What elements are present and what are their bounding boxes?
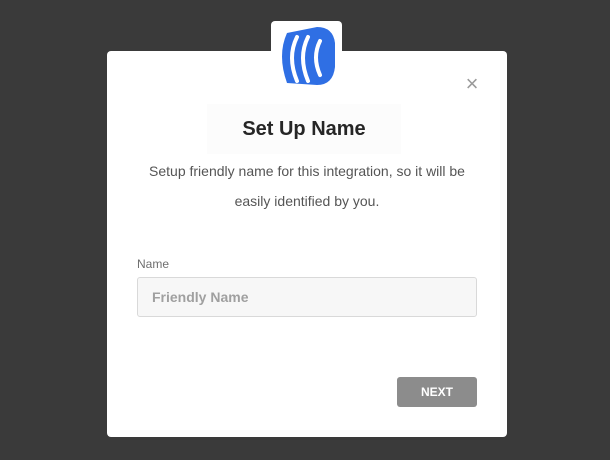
dialog-title: Set Up Name — [242, 118, 366, 140]
dialog-description: Setup friendly name for this integration… — [149, 163, 465, 209]
brand-wave-icon — [282, 27, 335, 85]
logo-tab — [271, 21, 342, 89]
friendly-name-input[interactable] — [137, 277, 477, 317]
title-container: Set Up Name — [207, 104, 401, 154]
setup-name-dialog: × Set Up Name Setup friendly name for th… — [107, 51, 507, 437]
next-button[interactable]: NEXT — [397, 377, 477, 407]
close-icon[interactable]: × — [463, 73, 481, 95]
name-field-label: Name — [137, 257, 170, 271]
